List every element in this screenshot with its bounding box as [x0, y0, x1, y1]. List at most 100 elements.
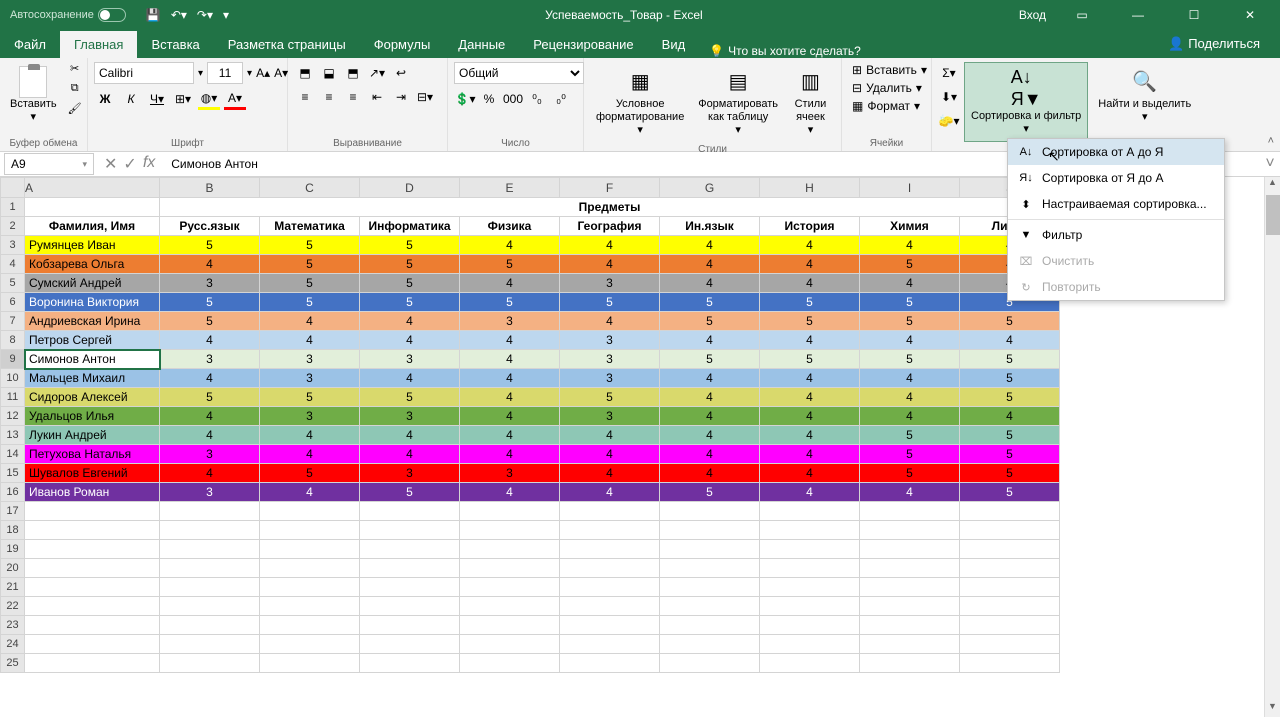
scroll-thumb[interactable]	[1266, 195, 1280, 235]
grade-cell[interactable]: 4	[360, 369, 460, 388]
empty-cell[interactable]	[660, 654, 760, 673]
empty-cell[interactable]	[760, 540, 860, 559]
name-cell[interactable]: Кобзарева Ольга	[25, 255, 160, 274]
grade-cell[interactable]: 4	[960, 407, 1060, 426]
autosum-icon[interactable]: Σ▾	[938, 62, 960, 84]
grade-cell[interactable]: 4	[460, 483, 560, 502]
grade-cell[interactable]: 5	[660, 312, 760, 331]
filter-item[interactable]: ▼Фильтр	[1008, 222, 1224, 248]
cut-icon[interactable]: ✂	[65, 62, 85, 80]
scroll-down-icon[interactable]: ▼	[1265, 701, 1280, 717]
tab-formulas[interactable]: Формулы	[360, 31, 445, 58]
grade-cell[interactable]: 5	[160, 388, 260, 407]
delete-cells-button[interactable]: ⊟ Удалить ▾	[848, 80, 925, 96]
row-header-1[interactable]: 1	[1, 198, 25, 217]
grade-cell[interactable]: 4	[860, 483, 960, 502]
grade-cell[interactable]: 4	[260, 483, 360, 502]
fx-icon[interactable]: fx	[143, 154, 155, 174]
expand-formula-bar-icon[interactable]: ˅	[1260, 155, 1280, 173]
grade-cell[interactable]: 5	[260, 255, 360, 274]
row-header-12[interactable]: 12	[1, 407, 25, 426]
grade-cell[interactable]: 4	[760, 407, 860, 426]
row-header-3[interactable]: 3	[1, 236, 25, 255]
empty-cell[interactable]	[960, 635, 1060, 654]
tell-me-search[interactable]: 💡 Что вы хотите сделать?	[709, 44, 861, 58]
empty-cell[interactable]	[160, 540, 260, 559]
redo-icon[interactable]: ↷▾	[197, 8, 213, 22]
grade-cell[interactable]: 4	[660, 369, 760, 388]
grade-cell[interactable]: 5	[660, 483, 760, 502]
save-icon[interactable]: 💾	[146, 8, 161, 22]
grade-cell[interactable]: 4	[460, 388, 560, 407]
grade-cell[interactable]: 5	[560, 293, 660, 312]
empty-cell[interactable]	[560, 540, 660, 559]
tab-insert[interactable]: Вставка	[137, 31, 213, 58]
grade-cell[interactable]: 4	[660, 464, 760, 483]
empty-cell[interactable]	[460, 616, 560, 635]
empty-cell[interactable]	[560, 635, 660, 654]
row-header-14[interactable]: 14	[1, 445, 25, 464]
grade-cell[interactable]: 4	[660, 388, 760, 407]
empty-cell[interactable]	[560, 521, 660, 540]
empty-cell[interactable]	[360, 597, 460, 616]
empty-cell[interactable]	[260, 559, 360, 578]
name-cell[interactable]: Шувалов Евгений	[25, 464, 160, 483]
empty-cell[interactable]	[760, 578, 860, 597]
col-header-F[interactable]: F	[560, 178, 660, 198]
align-center-icon[interactable]: ≡	[318, 86, 340, 108]
grade-cell[interactable]: 4	[560, 445, 660, 464]
grade-cell[interactable]: 5	[660, 293, 760, 312]
grade-cell[interactable]: 3	[360, 464, 460, 483]
col-header-G[interactable]: G	[660, 178, 760, 198]
custom-sort-item[interactable]: ⬍Настраиваемая сортировка...	[1008, 191, 1224, 217]
grade-cell[interactable]: 4	[360, 331, 460, 350]
empty-cell[interactable]	[960, 654, 1060, 673]
name-cell[interactable]: Иванов Роман	[25, 483, 160, 502]
name-cell[interactable]: Петухова Наталья	[25, 445, 160, 464]
col-header-H[interactable]: H	[760, 178, 860, 198]
row-header-8[interactable]: 8	[1, 331, 25, 350]
row-header-13[interactable]: 13	[1, 426, 25, 445]
ribbon-display-icon[interactable]: ▭	[1062, 8, 1102, 22]
cell-styles-button[interactable]: ▥ Стили ячеек▾	[786, 62, 835, 142]
copy-icon[interactable]: ⧉	[65, 82, 85, 100]
grade-cell[interactable]: 3	[560, 407, 660, 426]
row-header-22[interactable]: 22	[1, 597, 25, 616]
empty-cell[interactable]	[560, 559, 660, 578]
col-header-C[interactable]: C	[260, 178, 360, 198]
undo-icon[interactable]: ↶▾	[171, 8, 187, 22]
empty-cell[interactable]	[360, 502, 460, 521]
grade-cell[interactable]: 4	[860, 274, 960, 293]
grade-cell[interactable]: 4	[460, 236, 560, 255]
empty-cell[interactable]	[660, 559, 760, 578]
empty-cell[interactable]	[460, 502, 560, 521]
grade-cell[interactable]: 5	[360, 236, 460, 255]
grade-cell[interactable]: 4	[660, 255, 760, 274]
col-header-E[interactable]: E	[460, 178, 560, 198]
font-color-button[interactable]: A▾	[224, 88, 246, 110]
increase-indent-icon[interactable]: ⇥	[390, 86, 412, 108]
row-header-15[interactable]: 15	[1, 464, 25, 483]
empty-cell[interactable]	[460, 521, 560, 540]
empty-cell[interactable]	[960, 502, 1060, 521]
grade-cell[interactable]: 5	[960, 426, 1060, 445]
grade-cell[interactable]: 4	[860, 369, 960, 388]
row-header-23[interactable]: 23	[1, 616, 25, 635]
grade-cell[interactable]: 4	[360, 445, 460, 464]
grade-cell[interactable]: 4	[560, 236, 660, 255]
col-header-I[interactable]: I	[860, 178, 960, 198]
grade-cell[interactable]: 5	[860, 464, 960, 483]
grade-cell[interactable]: 3	[360, 407, 460, 426]
empty-cell[interactable]	[760, 635, 860, 654]
grade-cell[interactable]: 5	[960, 483, 1060, 502]
empty-cell[interactable]	[360, 654, 460, 673]
empty-cell[interactable]	[360, 616, 460, 635]
name-cell[interactable]: Симонов Антон	[25, 350, 160, 369]
empty-cell[interactable]	[860, 540, 960, 559]
grade-cell[interactable]: 4	[860, 407, 960, 426]
grade-cell[interactable]: 3	[560, 331, 660, 350]
grade-cell[interactable]: 4	[860, 236, 960, 255]
paste-button[interactable]: Вставить▾	[6, 62, 61, 127]
grade-cell[interactable]: 4	[560, 483, 660, 502]
grade-cell[interactable]: 4	[460, 445, 560, 464]
